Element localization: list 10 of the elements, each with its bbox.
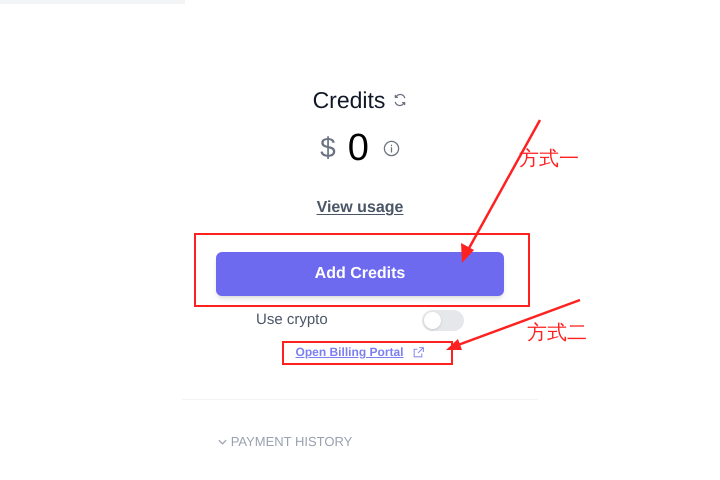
add-credits-button[interactable]: Add Credits xyxy=(216,252,504,296)
view-usage-link[interactable]: View usage xyxy=(316,196,404,220)
billing-portal-link[interactable]: Open Billing Portal xyxy=(295,343,404,361)
annotation-label: 方式二 xyxy=(527,321,587,346)
payment-history-heading[interactable]: PAYMENT HISTORY xyxy=(230,432,352,452)
credits-title: Credits xyxy=(312,86,386,115)
use-crypto-label: Use crypto xyxy=(256,310,328,330)
annotation-label: 方式一 xyxy=(519,147,579,172)
currency-symbol: $ xyxy=(320,131,336,165)
credit-balance: 0 xyxy=(348,126,369,170)
